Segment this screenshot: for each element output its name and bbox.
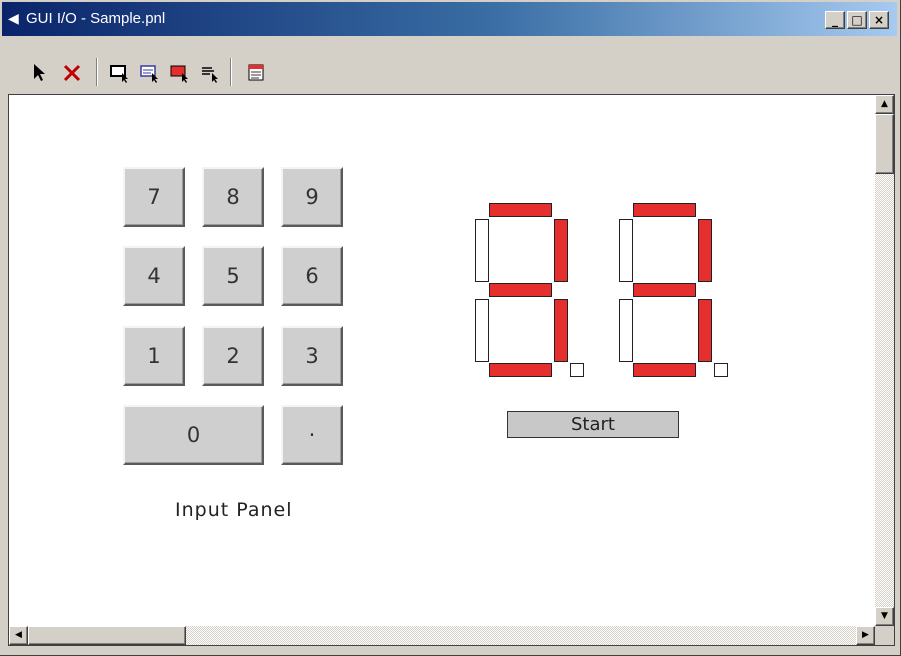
segment-f — [475, 219, 489, 282]
segment-f — [619, 219, 633, 282]
segment-c — [698, 299, 712, 362]
segment-g — [489, 283, 552, 297]
segment-dp — [570, 363, 584, 377]
key-dot-button[interactable]: · — [281, 405, 343, 465]
segment-c — [554, 299, 568, 362]
segment-dp — [714, 363, 728, 377]
close-button[interactable]: × — [869, 11, 889, 29]
key-1-button[interactable]: 1 — [123, 326, 185, 386]
scroll-right-arrow-icon[interactable]: ▶ — [856, 626, 875, 645]
toolbar-separator — [230, 58, 232, 86]
horizontal-scroll-thumb[interactable] — [28, 626, 186, 645]
segment-b — [698, 219, 712, 282]
insert-label-icon[interactable] — [138, 60, 162, 84]
segment-e — [475, 299, 489, 362]
segment-e — [619, 299, 633, 362]
key-4-button[interactable]: 4 — [123, 246, 185, 306]
panel-canvas[interactable]: 7 8 9 4 5 6 1 2 3 0 · Input Panel Start — [9, 95, 875, 626]
start-button[interactable]: Start — [507, 411, 679, 438]
delete-x-icon[interactable] — [60, 60, 84, 84]
key-7-button[interactable]: 7 — [123, 167, 185, 227]
vertical-scroll-thumb[interactable] — [875, 114, 894, 174]
key-9-button[interactable]: 9 — [281, 167, 343, 227]
minimize-button[interactable]: _ — [825, 11, 845, 29]
input-panel-label: Input Panel — [175, 499, 293, 521]
gui-io-icon: ◀ — [8, 11, 19, 27]
application-window: ◀ GUI I/O - Sample.pnl _ □ × 7 8 9 4 5 6… — [0, 0, 901, 656]
title-bar[interactable]: ◀ GUI I/O - Sample.pnl _ □ × — [2, 2, 897, 36]
scroll-down-arrow-icon[interactable]: ▼ — [875, 607, 894, 626]
key-3-button[interactable]: 3 — [281, 326, 343, 386]
insert-button-icon[interactable] — [108, 60, 132, 84]
insert-lamp-icon[interactable] — [168, 60, 192, 84]
toolbar — [2, 38, 897, 92]
key-2-button[interactable]: 2 — [202, 326, 264, 386]
scroll-corner — [875, 626, 894, 645]
key-6-button[interactable]: 6 — [281, 246, 343, 306]
toolbar-separator — [96, 58, 98, 86]
key-8-button[interactable]: 8 — [202, 167, 264, 227]
segment-d — [489, 363, 552, 377]
scroll-left-arrow-icon[interactable]: ◀ — [9, 626, 28, 645]
segment-a — [633, 203, 696, 217]
key-0-button[interactable]: 0 — [123, 405, 264, 465]
panel-settings-icon[interactable] — [244, 60, 268, 84]
key-5-button[interactable]: 5 — [202, 246, 264, 306]
select-arrow-icon[interactable] — [28, 60, 52, 84]
segment-b — [554, 219, 568, 282]
vertical-scrollbar[interactable] — [875, 95, 894, 626]
window-title: GUI I/O - Sample.pnl — [26, 10, 166, 27]
insert-text-icon[interactable] — [198, 60, 222, 84]
maximize-button[interactable]: □ — [847, 11, 867, 29]
scroll-up-arrow-icon[interactable]: ▲ — [875, 95, 894, 114]
segment-a — [489, 203, 552, 217]
segment-d — [633, 363, 696, 377]
segment-g — [633, 283, 696, 297]
